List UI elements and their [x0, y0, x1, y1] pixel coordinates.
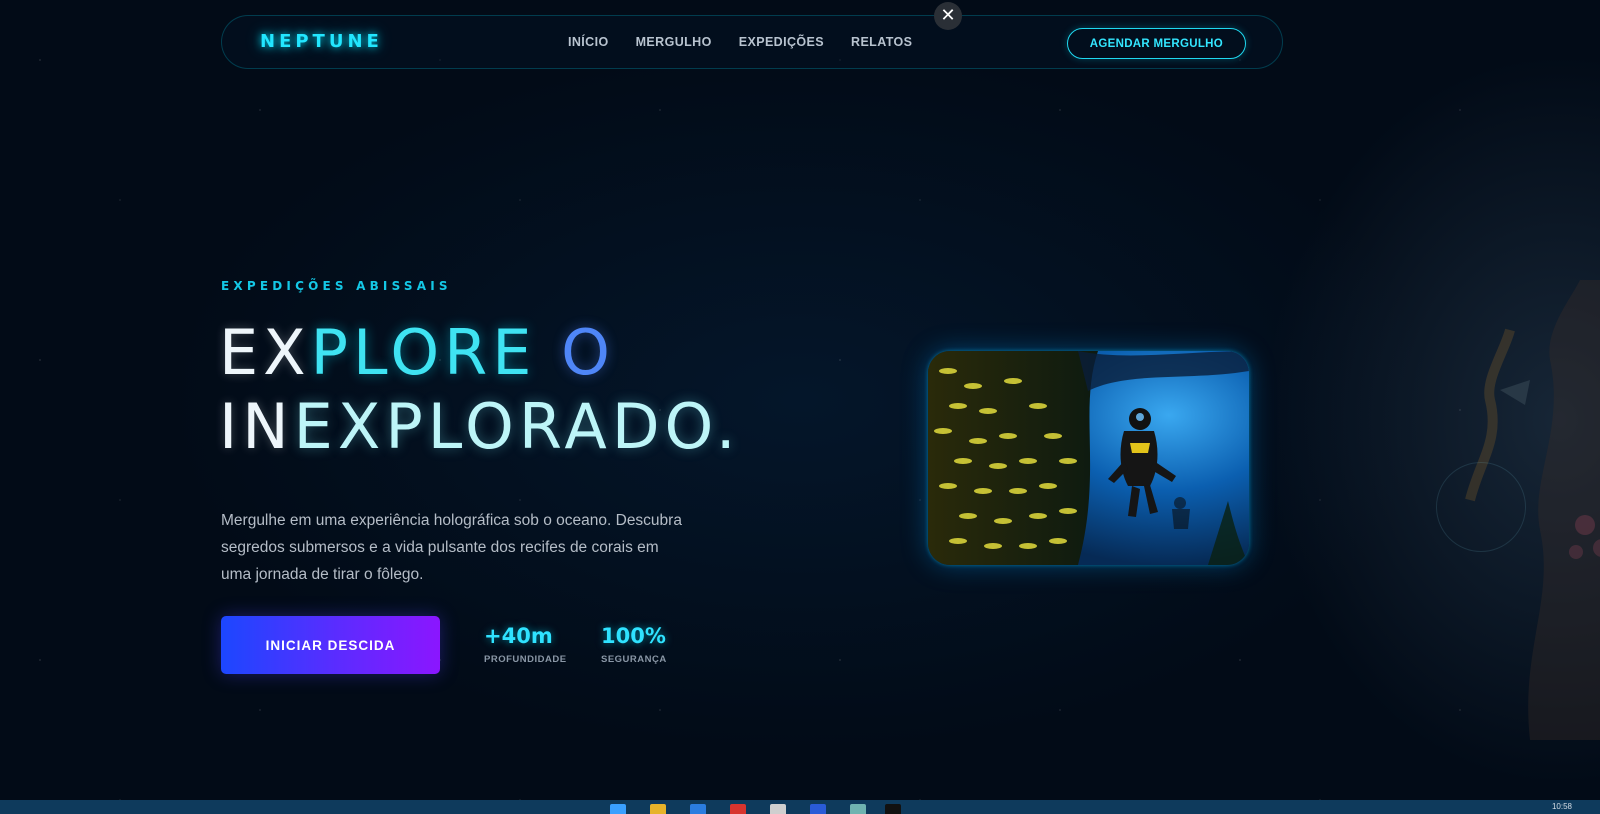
app-icon[interactable]	[850, 804, 866, 814]
diver-photo	[928, 351, 1249, 565]
stat-depth: +40m PROFUNDIDADE	[484, 624, 567, 665]
navbar: NEPTUNE INÍCIO MERGULHO EXPEDIÇÕES RELAT…	[221, 15, 1283, 69]
folder-icon[interactable]	[650, 804, 666, 814]
schedule-dive-button[interactable]: AGENDAR MERGULHO	[1066, 28, 1246, 59]
page: NEPTUNE INÍCIO MERGULHO EXPEDIÇÕES RELAT…	[0, 0, 1600, 814]
hero-eyebrow: EXPEDIÇÕES ABISSAIS	[221, 279, 452, 293]
close-icon[interactable]: ✕	[934, 2, 962, 30]
stat-safety-value: 100%	[601, 624, 666, 648]
stat-safety: 100% SEGURANÇA	[601, 624, 667, 665]
title-part-5: EXPLORADO.	[293, 390, 741, 463]
chrome-icon[interactable]	[770, 804, 786, 814]
coral-decoration	[1465, 280, 1600, 740]
nav-link-mergulho[interactable]: MERGULHO	[636, 35, 712, 49]
nav-link-inicio[interactable]: INÍCIO	[568, 35, 609, 49]
app-icon[interactable]	[690, 804, 706, 814]
clock: 10:58	[1551, 802, 1572, 811]
app-icon[interactable]	[810, 804, 826, 814]
terminal-icon[interactable]	[885, 804, 901, 814]
title-part-3: O	[561, 316, 615, 389]
title-part-4: IN	[219, 390, 294, 463]
nav-link-relatos[interactable]: RELATOS	[851, 35, 912, 49]
os-taskbar: 10:58	[0, 800, 1600, 814]
stat-safety-label: SEGURANÇA	[601, 654, 667, 665]
browser-icon[interactable]	[730, 804, 746, 814]
start-icon[interactable]	[610, 804, 626, 814]
stat-depth-label: PROFUNDIDADE	[484, 654, 567, 665]
start-descent-button[interactable]: INICIAR DESCIDA	[221, 616, 440, 674]
decorative-ring	[1436, 462, 1526, 552]
nav-link-expedicoes[interactable]: EXPEDIÇÕES	[739, 35, 824, 49]
nav-links: INÍCIO MERGULHO EXPEDIÇÕES RELATOS	[568, 35, 912, 49]
title-part-1: EX	[219, 316, 311, 389]
hero-description: Mergulhe em uma experiência holográfica …	[221, 511, 682, 583]
hero-title: EXPLORE O INEXPLORADO.	[219, 316, 741, 464]
stat-depth-value: +40m	[484, 624, 553, 648]
logo[interactable]: NEPTUNE	[260, 31, 383, 52]
title-part-2: PLORE	[310, 316, 537, 389]
